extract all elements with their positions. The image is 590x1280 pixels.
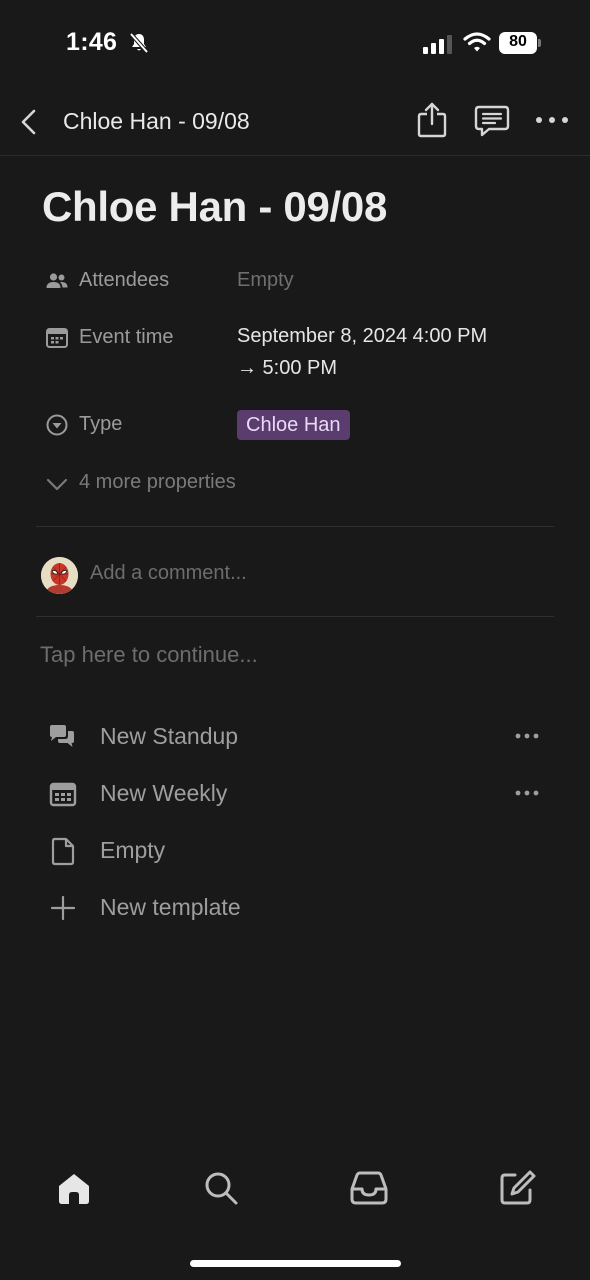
cellular-signal-icon (423, 35, 452, 54)
type-label: Type (79, 413, 123, 435)
nav-divider (0, 155, 590, 156)
wifi-icon (463, 32, 491, 52)
screen: 1:46 80 Chloe Han - 09/08 Chloe Han - 09… (0, 0, 590, 1280)
bell-muted-icon (129, 32, 149, 54)
search-icon[interactable] (201, 1168, 241, 1208)
status-time: 1:46 (66, 28, 118, 56)
body-placeholder[interactable]: Tap here to continue... (40, 642, 258, 668)
back-chevron-icon[interactable] (18, 108, 40, 136)
select-dropdown-icon (46, 414, 68, 436)
template-label: New Standup (100, 723, 239, 749)
event-time-start: September 8, 2024 4:00 PM (237, 325, 488, 347)
attendees-label: Attendees (79, 269, 170, 291)
document-icon (51, 837, 75, 866)
event-time-end: → 5:00 PM (237, 357, 338, 379)
calendar-icon (46, 328, 68, 348)
home-indicator (190, 1260, 401, 1267)
comment-divider (36, 616, 554, 617)
nav-title: Chloe Han - 09/08 (63, 108, 250, 134)
inbox-icon[interactable] (349, 1168, 389, 1208)
properties-divider (36, 526, 554, 527)
compose-icon[interactable] (497, 1168, 537, 1208)
event-time-value[interactable]: September 8, 2024 4:00 PM → 5:00 PM (237, 320, 487, 384)
people-icon (46, 273, 68, 288)
add-comment-input[interactable]: Add a comment... (90, 562, 247, 585)
battery-level: 80 (509, 33, 527, 50)
type-tag[interactable]: Chloe Han (237, 410, 350, 440)
more-options-icon[interactable] (534, 113, 570, 127)
battery-indicator: 80 (499, 32, 541, 54)
event-time-label: Event time (79, 326, 174, 348)
spiderman-avatar-icon (41, 557, 78, 594)
attendees-value[interactable]: Empty (237, 269, 294, 292)
calendar-icon (49, 782, 77, 807)
chat-bubbles-icon (50, 725, 74, 747)
template-label: New Weekly (100, 780, 228, 806)
share-icon[interactable] (415, 101, 449, 139)
comments-icon[interactable] (473, 104, 511, 138)
plus-icon (50, 895, 76, 921)
avatar (41, 557, 78, 594)
template-more-icon[interactable] (514, 788, 540, 798)
template-label: Empty (100, 837, 166, 863)
template-more-icon[interactable] (514, 731, 540, 741)
chevron-down-icon (46, 478, 68, 491)
home-icon[interactable] (54, 1168, 94, 1208)
template-label: New template (100, 894, 241, 920)
page-title[interactable]: Chloe Han - 09/08 (42, 183, 387, 231)
more-properties-toggle[interactable]: 4 more properties (79, 471, 236, 494)
